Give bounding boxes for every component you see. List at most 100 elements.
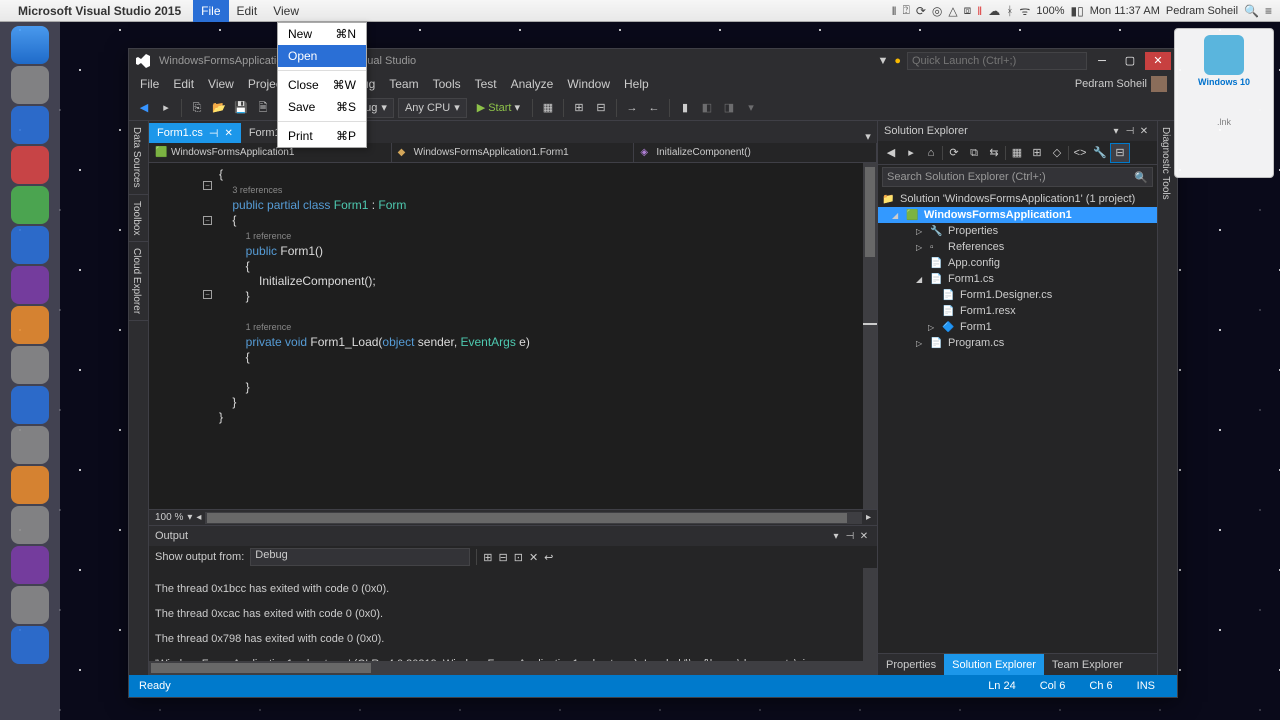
vs-menu-edit[interactable]: Edit [166,73,201,95]
zoom-dropdown-icon[interactable]: ▾ [187,512,192,523]
dock-app-icon[interactable] [11,186,49,224]
mac-menu-edit[interactable]: Edit [229,0,266,22]
sync-icon[interactable]: ⟳ [916,4,926,18]
output-source-combo[interactable]: Debug [250,548,470,566]
toolbox-tab[interactable]: Toolbox [129,195,148,242]
outdent-button[interactable]: ← [645,99,663,117]
notifications-icon[interactable]: ≡ [1265,4,1272,18]
platform-combo[interactable]: Any CPU▾ [398,98,467,118]
filter-icon[interactable]: ▼ [877,55,888,67]
dock-app-icon[interactable] [11,426,49,464]
fold-toggle[interactable]: − [203,290,212,299]
new-project-button[interactable]: ⎘ [188,99,206,117]
mac-menu-view[interactable]: View [265,0,307,22]
wifi-icon[interactable]: ᯤ [1019,2,1030,19]
output-btn[interactable]: ⊞ [483,551,492,564]
vs-menu-window[interactable]: Window [560,73,617,95]
clear-all-button[interactable]: ✕ [529,551,538,564]
sync-icon[interactable]: ⇆ [985,144,1003,162]
tree-node[interactable]: ▷🔧Properties [878,223,1157,239]
collapse-icon[interactable]: ⧉ [965,144,983,162]
solution-tree[interactable]: 📁 Solution 'WindowsFormsApplication1' (1… [878,189,1157,653]
battery-icon[interactable]: ▮▯ [1071,4,1084,18]
parallels-notification[interactable]: Windows 10 .lnk [1174,28,1274,178]
cloud-icon[interactable]: ☁ [988,4,1000,18]
vs-menu-view[interactable]: View [201,73,241,95]
expand-icon[interactable]: ◢ [916,275,926,284]
toolbar-btn[interactable]: ◧ [698,99,716,117]
refresh-icon[interactable]: ⟳ [945,144,963,162]
scroll-right-icon[interactable]: ▸ [866,512,871,523]
tree-node[interactable]: ▷📄Program.cs [878,335,1157,351]
window-position-icon[interactable]: ▾ [1109,126,1123,137]
dock-app-icon[interactable] [11,26,49,64]
cloud-explorer-tab[interactable]: Cloud Explorer [129,242,148,321]
close-button[interactable]: ✕ [1145,52,1171,70]
file-menu-open[interactable]: Open [278,45,366,67]
scope-icon[interactable]: ⊟ [1111,144,1129,162]
tab-form1-cs[interactable]: Form1.cs ⊣ ✕ [149,123,241,143]
vs-user-menu[interactable]: Pedram Soheil [1075,76,1173,92]
toolbar-btn[interactable]: ▾ [742,99,760,117]
tab-solution-explorer[interactable]: Solution Explorer [944,654,1044,675]
expand-icon[interactable]: ▷ [916,243,926,252]
nav-member[interactable]: ◈InitializeComponent() [634,143,877,162]
code-icon[interactable]: <> [1071,144,1089,162]
dock-app-icon[interactable] [11,386,49,424]
bookmark-button[interactable]: ▮ [676,99,694,117]
expand-icon[interactable]: ◢ [892,211,902,220]
tree-node[interactable]: 📄Form1.resx [878,303,1157,319]
vs-menu-analyze[interactable]: Analyze [504,73,561,95]
parallels-icon[interactable]: ‖ [892,4,897,18]
output-btn[interactable]: ⊟ [499,551,508,564]
data-sources-tab[interactable]: Data Sources [129,121,148,195]
minimize-button[interactable]: ─ [1089,52,1115,70]
fold-toggle[interactable]: − [203,181,212,190]
close-panel-icon[interactable]: ✕ [1137,126,1151,137]
dock-app-icon[interactable] [11,626,49,664]
nav-type[interactable]: ◆WindowsFormsApplication1.Form1 [392,143,635,162]
back-icon[interactable]: ◀ [882,144,900,162]
diagnostic-tools-tab[interactable]: Diagnostic Tools [1158,121,1173,206]
wrench-icon[interactable]: 🔧 [1091,144,1109,162]
output-content[interactable]: The thread 0x1bcc has exited with code 0… [149,568,877,661]
tree-node[interactable]: ◢📄Form1.cs [878,271,1157,287]
toolbar-btn[interactable]: ◨ [720,99,738,117]
dock-app-icon[interactable] [11,266,49,304]
spotlight-icon[interactable]: 🔍 [1244,4,1259,18]
expand-icon[interactable]: ▷ [916,339,926,348]
start-button[interactable]: ▶Start▾ [471,101,526,114]
vs-menu-file[interactable]: File [133,73,166,95]
dock-app-icon[interactable] [11,466,49,504]
horizontal-scrollbar[interactable] [205,512,862,524]
project-node[interactable]: ◢ 🟩 WindowsFormsApplication1 [878,207,1157,223]
dock-app-icon[interactable] [11,106,49,144]
solution-root[interactable]: 📁 Solution 'WindowsFormsApplication1' (1… [878,191,1157,207]
forward-button[interactable]: ▸ [157,99,175,117]
toolbar-btn[interactable]: ▦ [539,99,557,117]
scrollbar-thumb[interactable] [865,167,875,257]
help-icon[interactable]: ⍰ [903,3,910,18]
clock[interactable]: Mon 11:37 AM [1090,5,1160,17]
tree-node[interactable]: ▷🔷Form1 [878,319,1157,335]
dock-app-icon[interactable] [11,506,49,544]
save-all-button[interactable]: 🗎 [254,99,272,117]
drive-icon[interactable]: △ [948,4,957,18]
tab-team-explorer[interactable]: Team Explorer [1044,654,1131,675]
zoom-level[interactable]: 100 % [155,512,183,523]
scroll-left-icon[interactable]: ◂ [196,512,201,523]
file-menu-save[interactable]: Save⌘S [278,96,366,118]
window-position-icon[interactable]: ▾ [829,531,843,542]
vs-menu-test[interactable]: Test [468,73,504,95]
output-btn[interactable]: ⊡ [514,551,523,564]
dropbox-icon[interactable]: ⧈ [964,3,972,18]
tab-overflow-icon[interactable]: ▾ [859,130,877,143]
indent-button[interactable]: → [623,99,641,117]
file-menu-print[interactable]: Print⌘P [278,125,366,147]
open-file-button[interactable]: 📂 [210,99,228,117]
expand-icon[interactable]: ▷ [928,323,938,332]
file-menu-new[interactable]: New⌘N [278,23,366,45]
dock-app-icon[interactable] [11,546,49,584]
dock-app-icon[interactable] [11,66,49,104]
save-button[interactable]: 💾 [232,99,250,117]
